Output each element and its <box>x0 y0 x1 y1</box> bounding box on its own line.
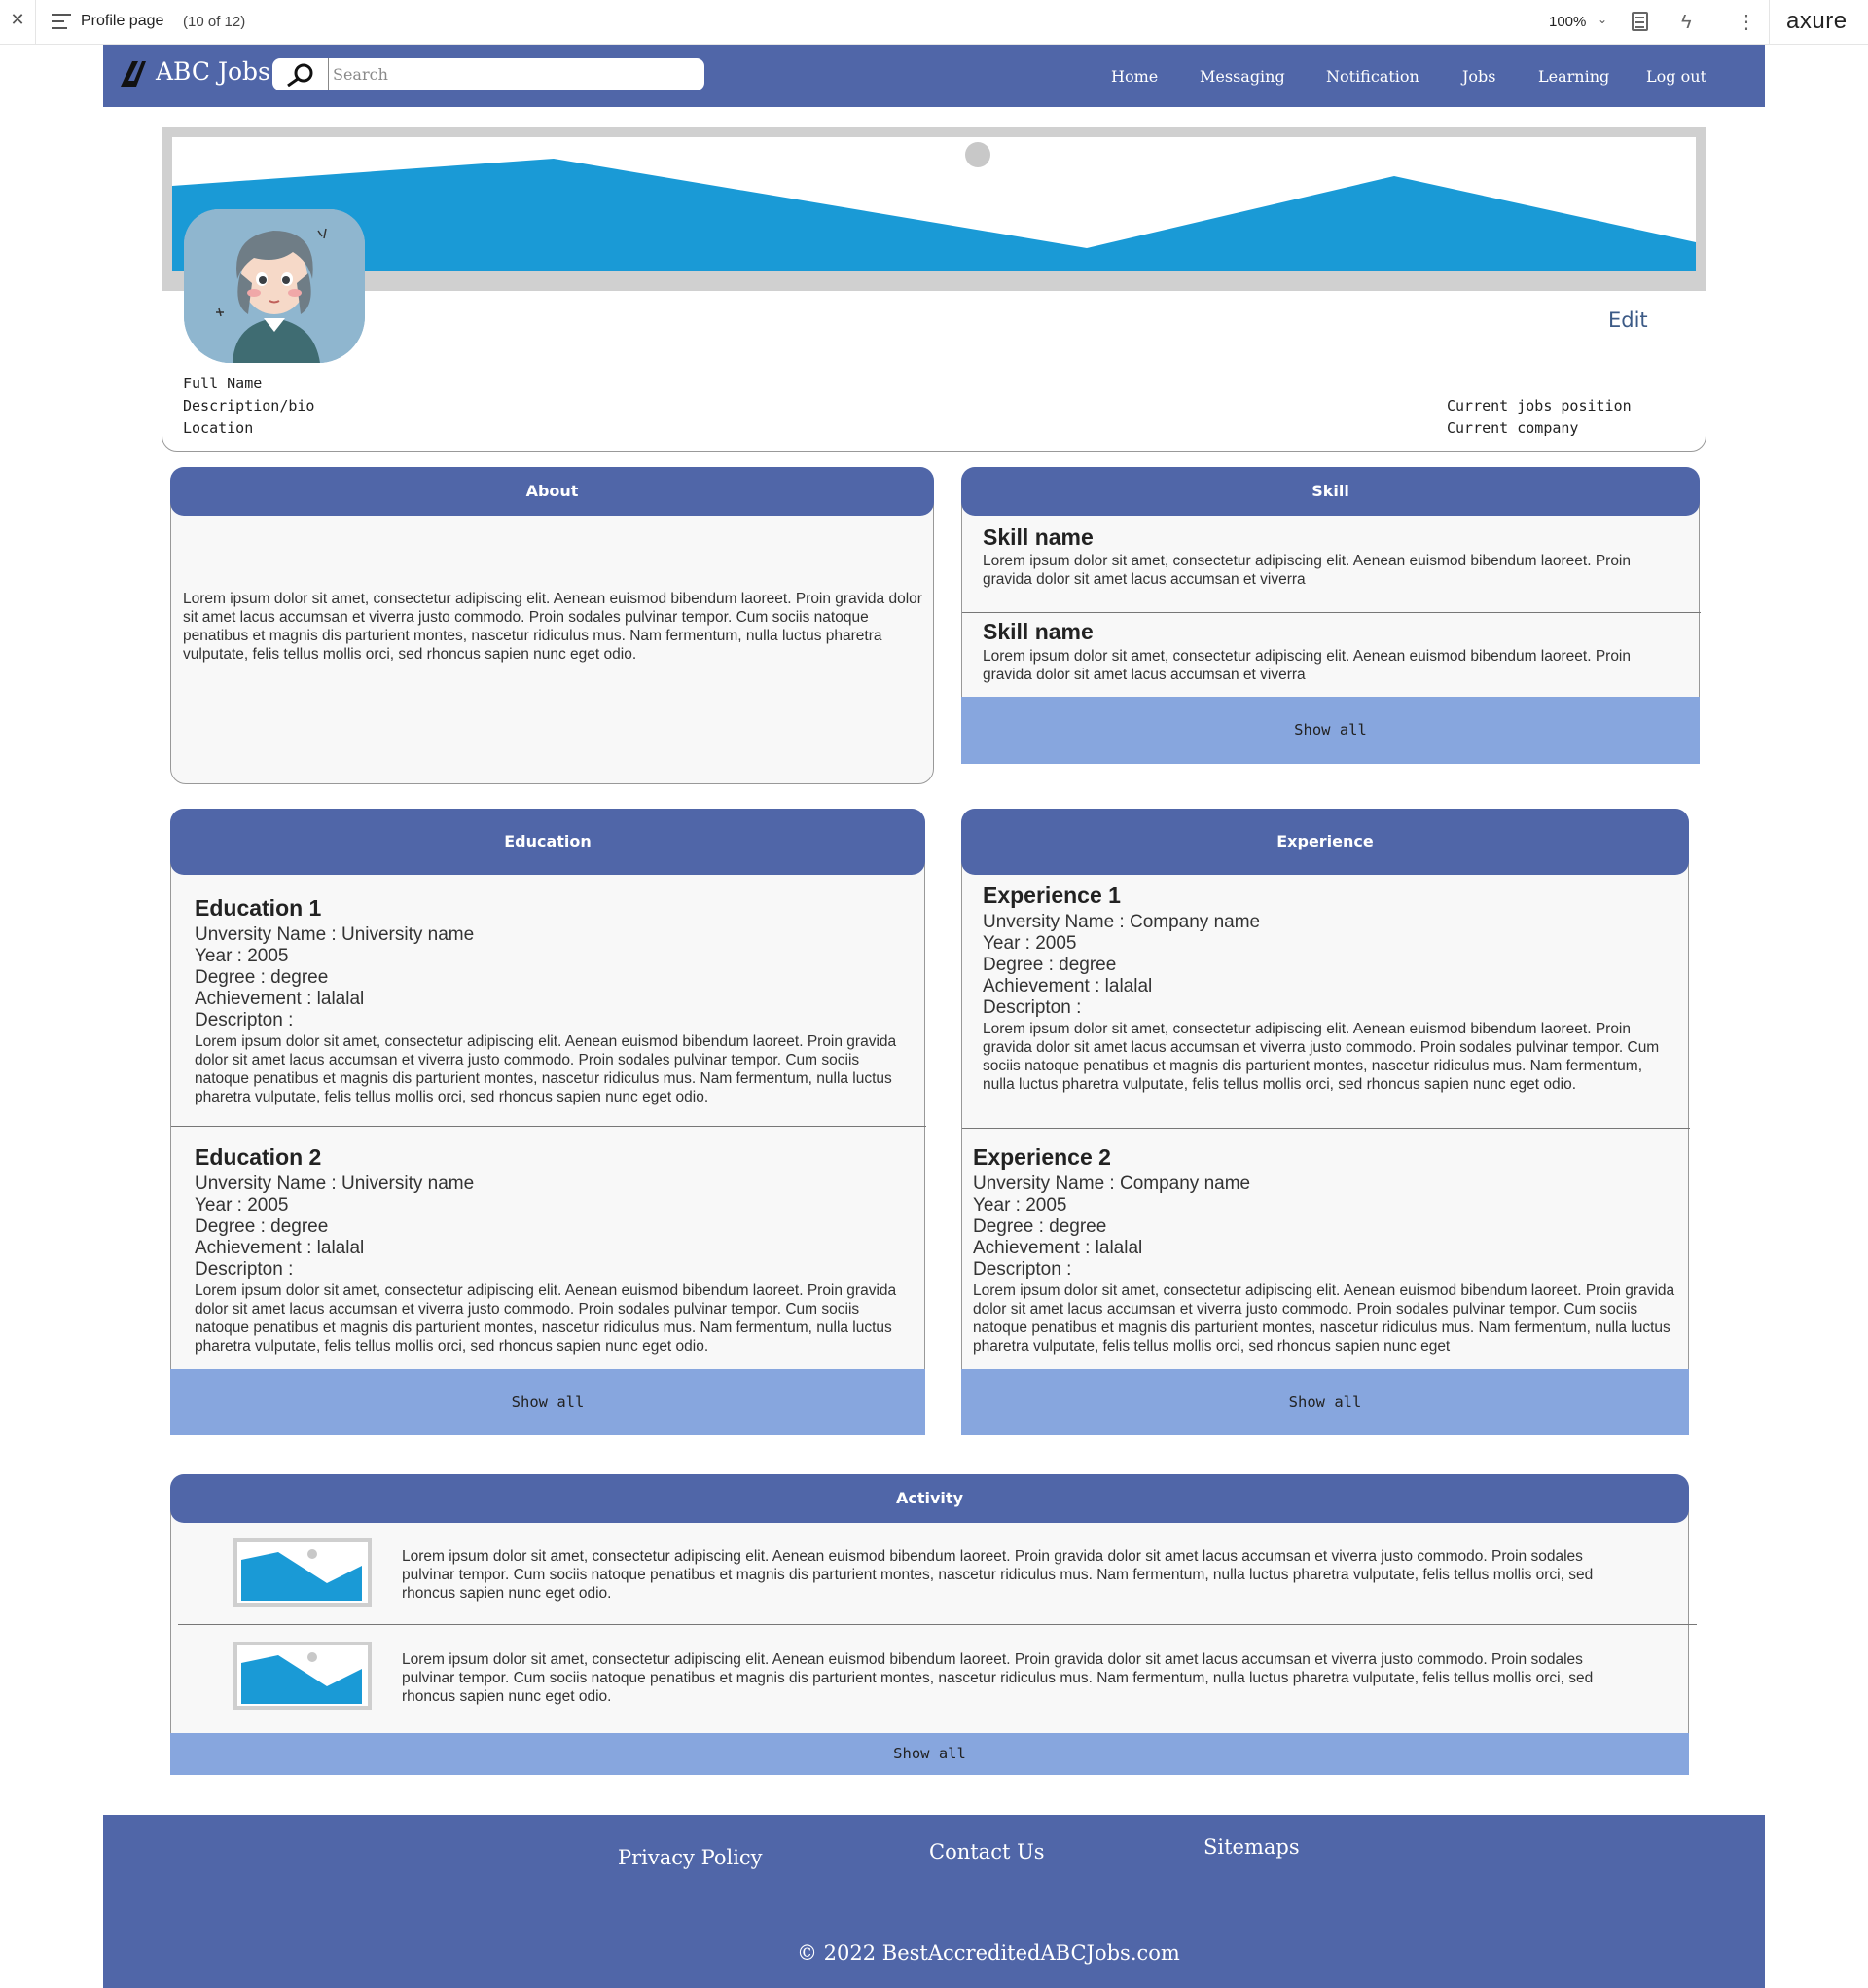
experience-year: Year : 2005 <box>973 1195 1067 1215</box>
experience-year: Year : 2005 <box>983 933 1077 954</box>
skill-divider <box>962 612 1701 613</box>
more-options-icon[interactable]: ⋮ <box>1737 12 1756 33</box>
notes-icon[interactable] <box>1632 12 1648 31</box>
search-box <box>272 58 704 90</box>
education-desc-label: Descripton : <box>195 1259 294 1280</box>
activity-text: Lorem ipsum dolor sit amet, consectetur … <box>402 1651 1594 1705</box>
pages-menu-icon[interactable] <box>52 14 71 31</box>
skill-heading: Skill <box>961 467 1700 516</box>
nav-logout[interactable]: Log out <box>1646 67 1706 86</box>
education-item-title: Education 2 <box>195 1144 322 1170</box>
search-icon <box>287 63 313 87</box>
page-count: (10 of 12) <box>183 14 246 30</box>
edit-profile-button[interactable]: Edit <box>1608 308 1648 332</box>
image-placeholder-icon <box>241 1652 362 1704</box>
experience-degree: Degree : degree <box>973 1216 1107 1237</box>
search-button[interactable] <box>272 58 329 90</box>
page-name[interactable]: Profile page <box>81 13 163 30</box>
education-degree: Degree : degree <box>195 967 329 988</box>
footer-sitemaps[interactable]: Sitemaps <box>1203 1835 1300 1859</box>
education-heading: Education <box>170 809 925 875</box>
toolbar-divider <box>35 0 36 45</box>
activity-thumbnail[interactable] <box>234 1642 372 1710</box>
activity-text: Lorem ipsum dolor sit amet, consectetur … <box>402 1548 1594 1602</box>
nav-notification[interactable]: Notification <box>1326 67 1419 86</box>
skill-item-text: Lorem ipsum dolor sit amet, consectetur … <box>983 648 1632 683</box>
education-desc: Lorem ipsum dolor sit amet, consectetur … <box>195 1033 897 1105</box>
experience-company: Unversity Name : Company name <box>973 1174 1251 1194</box>
experience-degree: Degree : degree <box>983 955 1117 975</box>
nav-jobs[interactable]: Jobs <box>1462 67 1496 86</box>
education-university: Unversity Name : University name <box>195 924 475 945</box>
axure-logo: axure <box>1786 8 1848 34</box>
activity-divider <box>178 1624 1697 1625</box>
education-university: Unversity Name : University name <box>195 1174 475 1194</box>
education-year: Year : 2005 <box>195 1195 289 1215</box>
about-text: Lorem ipsum dolor sit amet, consectetur … <box>183 591 922 663</box>
about-section: About Lorem ipsum dolor sit amet, consec… <box>170 467 934 784</box>
skill-item-name: Skill name <box>983 524 1094 550</box>
experience-achievement: Achievement : lalalal <box>973 1238 1143 1258</box>
abc-jobs-logo-icon <box>121 61 146 87</box>
experience-company: Unversity Name : Company name <box>983 912 1261 932</box>
experience-achievement: Achievement : lalalal <box>983 976 1153 996</box>
education-show-all-button[interactable]: Show all <box>170 1369 925 1435</box>
footer-copyright: © 2022 BestAccreditedABCJobs.com <box>797 1941 1180 1965</box>
footer-contact-us[interactable]: Contact Us <box>929 1840 1045 1863</box>
site-header: ABC Jobs Home Messaging Notification Job… <box>103 45 1765 107</box>
nav-home[interactable]: Home <box>1111 67 1158 86</box>
interactions-icon[interactable]: ϟ <box>1681 12 1703 33</box>
education-achievement: Achievement : lalalal <box>195 1238 365 1258</box>
profile-card: Edit Full Name Description/bio Location … <box>162 127 1706 452</box>
education-degree: Degree : degree <box>195 1216 329 1237</box>
experience-show-all-button[interactable]: Show all <box>961 1369 1689 1435</box>
activity-thumbnail[interactable] <box>234 1538 372 1607</box>
education-desc-label: Descripton : <box>195 1010 294 1030</box>
close-icon[interactable]: ✕ <box>8 10 27 33</box>
experience-item-title: Experience 2 <box>973 1144 1111 1170</box>
toolbar-divider <box>1769 0 1770 45</box>
experience-heading: Experience <box>961 809 1689 875</box>
skill-item-name: Skill name <box>983 619 1094 644</box>
profile-bio: Description/bio <box>183 397 315 415</box>
zoom-level[interactable]: 100% <box>1549 14 1586 30</box>
education-desc: Lorem ipsum dolor sit amet, consectetur … <box>195 1283 897 1355</box>
experience-desc: Lorem ipsum dolor sit amet, consectetur … <box>983 1021 1660 1093</box>
activity-show-all-button[interactable]: Show all <box>170 1733 1689 1775</box>
search-input[interactable] <box>333 62 693 87</box>
profile-current-company: Current company <box>1447 419 1579 437</box>
footer-privacy-policy[interactable]: Privacy Policy <box>618 1846 763 1869</box>
profile-full-name: Full Name <box>183 375 263 392</box>
experience-desc-label: Descripton : <box>973 1259 1072 1280</box>
about-heading: About <box>170 467 934 516</box>
nav-learning[interactable]: Learning <box>1538 67 1609 86</box>
experience-divider <box>962 1128 1690 1129</box>
image-placeholder-icon <box>241 1549 362 1601</box>
education-item-title: Education 1 <box>195 895 322 921</box>
site-footer: Privacy Policy Contact Us Sitemaps © 202… <box>103 1815 1765 1988</box>
activity-heading: Activity <box>170 1474 1689 1523</box>
education-year: Year : 2005 <box>195 946 289 966</box>
activity-section: Activity Lorem ipsum dolor sit amet, con… <box>170 1474 1697 1775</box>
skill-show-all-button[interactable]: Show all <box>961 697 1700 764</box>
chevron-down-icon[interactable]: ⌄ <box>1598 13 1607 26</box>
profile-current-position: Current jobs position <box>1447 397 1632 415</box>
avatar[interactable] <box>184 209 365 363</box>
profile-location: Location <box>183 419 254 437</box>
axure-toolbar: ✕ Profile page (10 of 12) 100% ⌄ ϟ ⋮ axu… <box>0 0 1868 45</box>
education-divider <box>171 1126 926 1127</box>
cover-image <box>162 127 1706 291</box>
experience-section: Experience Experience 1 Unversity Name :… <box>961 809 1690 1435</box>
image-placeholder-icon <box>172 142 1696 281</box>
experience-desc: Lorem ipsum dolor sit amet, consectetur … <box>973 1283 1675 1355</box>
skill-section: Skill Skill name Lorem ipsum dolor sit a… <box>961 467 1701 764</box>
skill-item-text: Lorem ipsum dolor sit amet, consectetur … <box>983 553 1632 588</box>
site-logo-text[interactable]: ABC Jobs <box>156 57 270 86</box>
nav-messaging[interactable]: Messaging <box>1200 67 1285 86</box>
education-section: Education Education 1 Unversity Name : U… <box>170 809 926 1435</box>
education-achievement: Achievement : lalalal <box>195 989 365 1009</box>
experience-item-title: Experience 1 <box>983 883 1121 908</box>
experience-desc-label: Descripton : <box>983 997 1082 1018</box>
profile-illustration <box>184 209 365 363</box>
